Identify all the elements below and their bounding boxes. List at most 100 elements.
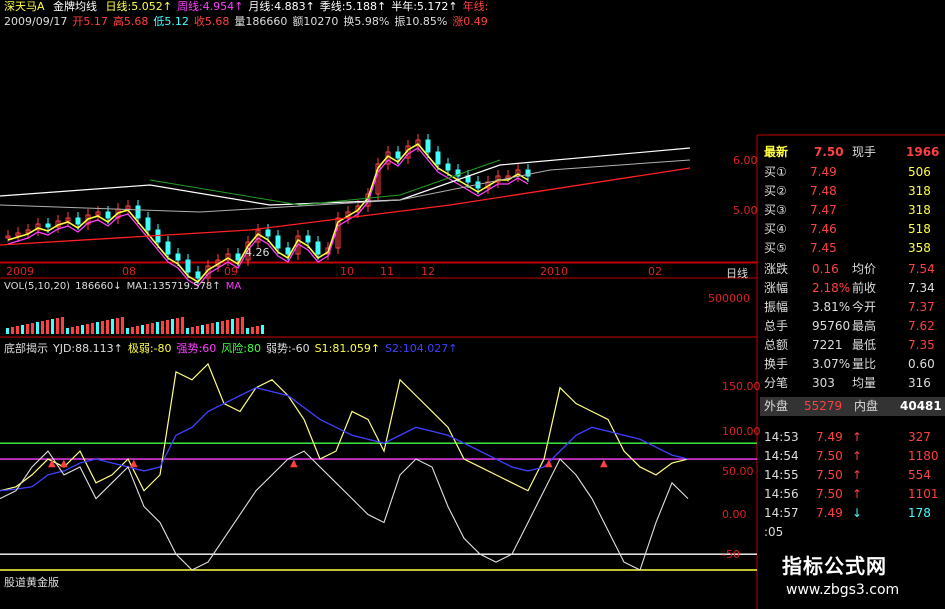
stat-value: 7.62 <box>908 319 935 333</box>
last-label: 最新 <box>764 145 789 159</box>
bid-row: 买① 7.49 506 <box>760 163 945 182</box>
bar-info-9: 涨0.49 <box>452 15 488 28</box>
watermark-title: 指标公式网 <box>782 554 887 578</box>
trade-price: 7.50 <box>816 487 843 501</box>
stat-value: 7.35 <box>908 338 935 352</box>
candle-body <box>395 151 401 159</box>
volume-label-0: VOL(5,10,20) <box>4 281 71 292</box>
bid-label: 买③ <box>764 203 787 217</box>
volume-bar <box>166 320 169 334</box>
x-axis-label: 2009 <box>6 265 34 278</box>
volume-bar <box>76 326 79 334</box>
stat-label: 前收 <box>852 281 877 295</box>
volume-bar <box>141 325 144 334</box>
indicator-label-5: 弱势:-60 <box>265 342 310 355</box>
bid-label: 买④ <box>764 222 787 236</box>
volume-bar <box>6 328 9 334</box>
candle-body <box>425 139 431 153</box>
trade-row: 14:53 7.49 ↑ 327 <box>760 428 945 447</box>
volume-bar <box>111 319 114 334</box>
bar-info-4: 收5.68 <box>193 15 230 28</box>
ma-label-1: 周线:4.954↑ <box>176 0 244 13</box>
inner-value: 40481 <box>900 399 942 413</box>
stat-label: 最低 <box>852 338 877 352</box>
stat-row: 涨幅 2.18% 前收 7.34 <box>760 279 945 298</box>
hand-label: 现手 <box>852 145 877 159</box>
stat-value: 316 <box>908 376 931 390</box>
volume-header: VOL(5,10,20) 186660↓ MA1:135719.578↑ MA <box>4 280 246 294</box>
volume-label-3: MA <box>225 281 242 292</box>
trade-dir: ↑ <box>852 449 863 463</box>
volume-bar <box>161 321 164 334</box>
period-label[interactable]: 日线 <box>726 265 748 281</box>
volume-label-1: 186660↓ <box>75 281 122 292</box>
bid-price: 7.45 <box>810 241 837 255</box>
candle-body <box>165 241 171 255</box>
stat-value: 303 <box>812 376 835 390</box>
x-axis-label: 11 <box>380 265 394 278</box>
candle-body <box>285 247 291 255</box>
signal-arrow: ▲ <box>600 458 608 469</box>
volume-bar <box>91 323 94 334</box>
bar-info-1: 开5.17 <box>72 15 108 28</box>
volume-bar <box>136 326 139 334</box>
volume-bar <box>26 324 29 334</box>
volume-bar <box>96 322 99 334</box>
volume-bar <box>101 321 104 334</box>
stat-value: 7.37 <box>908 300 935 314</box>
stat-label: 总手 <box>764 319 789 333</box>
s2-line <box>0 387 689 492</box>
candle-body <box>105 211 111 219</box>
x-axis-label: 02 <box>648 265 662 278</box>
stat-label: 总额 <box>764 338 789 352</box>
x-axis-label: 12 <box>421 265 435 278</box>
candle-body <box>265 229 271 237</box>
bar-info-5: 量186660 <box>234 15 288 28</box>
bar-info-0: 2009/09/17 <box>4 15 68 28</box>
trade-price: 7.49 <box>816 506 843 520</box>
volume-bar <box>261 325 264 334</box>
outer-label: 外盘 <box>764 399 789 413</box>
volume-bar <box>181 317 184 334</box>
ma-label-4: 半年:5.172↑ <box>391 0 458 13</box>
stat-value: 7.54 <box>908 262 935 276</box>
volume-bar <box>16 326 19 334</box>
ma-list: 日线:5.052↑ 周线:4.954↑ 月线:4.883↑ 季线:5.188↑ 半年:5… <box>106 0 494 13</box>
stat-row: 总手 95760 最高 7.62 <box>760 317 945 336</box>
s1-line <box>0 362 689 492</box>
volume-bar <box>21 325 24 334</box>
volume-bar <box>226 320 229 334</box>
bid-volume: 506 <box>908 165 931 179</box>
bid-row: 买④ 7.46 518 <box>760 220 945 239</box>
trade-time: 14:56 <box>764 487 799 501</box>
trade-time: 14:53 <box>764 430 799 444</box>
x-axis-label: 08 <box>122 265 136 278</box>
signal-arrow: ▲ <box>60 458 68 469</box>
signal-arrow: ▲ <box>48 458 56 469</box>
volume-bar <box>256 326 259 334</box>
candle-body <box>435 151 441 165</box>
volume-bar <box>186 328 189 334</box>
stat-value: 3.07% <box>812 357 851 371</box>
bid-price: 7.46 <box>810 222 837 236</box>
volume-bar <box>126 328 129 334</box>
stat-label: 今开 <box>852 300 877 314</box>
quote-last-row: 最新 7.50 现手 1966 <box>760 143 945 162</box>
bid-volume: 358 <box>908 241 931 255</box>
stat-value: 2.18% <box>812 281 851 295</box>
volume-bar <box>201 325 204 334</box>
candle-body <box>75 217 81 225</box>
trade-row: 14:56 7.50 ↑ 1101 <box>760 485 945 504</box>
volume-bar <box>146 324 149 334</box>
signal-arrow: ▲ <box>130 458 138 469</box>
bid-price: 7.48 <box>810 184 837 198</box>
volume-bar <box>81 325 84 334</box>
trade-dir: ↑ <box>852 487 863 501</box>
volume-bar <box>221 321 224 334</box>
price-axis-label-5: 5.00 <box>733 204 758 217</box>
trade-dir: ↓ <box>852 506 863 520</box>
volume-bar <box>106 320 109 334</box>
volume-bar <box>206 324 209 334</box>
volume-bar <box>211 323 214 334</box>
stat-label: 涨跌 <box>764 262 789 276</box>
